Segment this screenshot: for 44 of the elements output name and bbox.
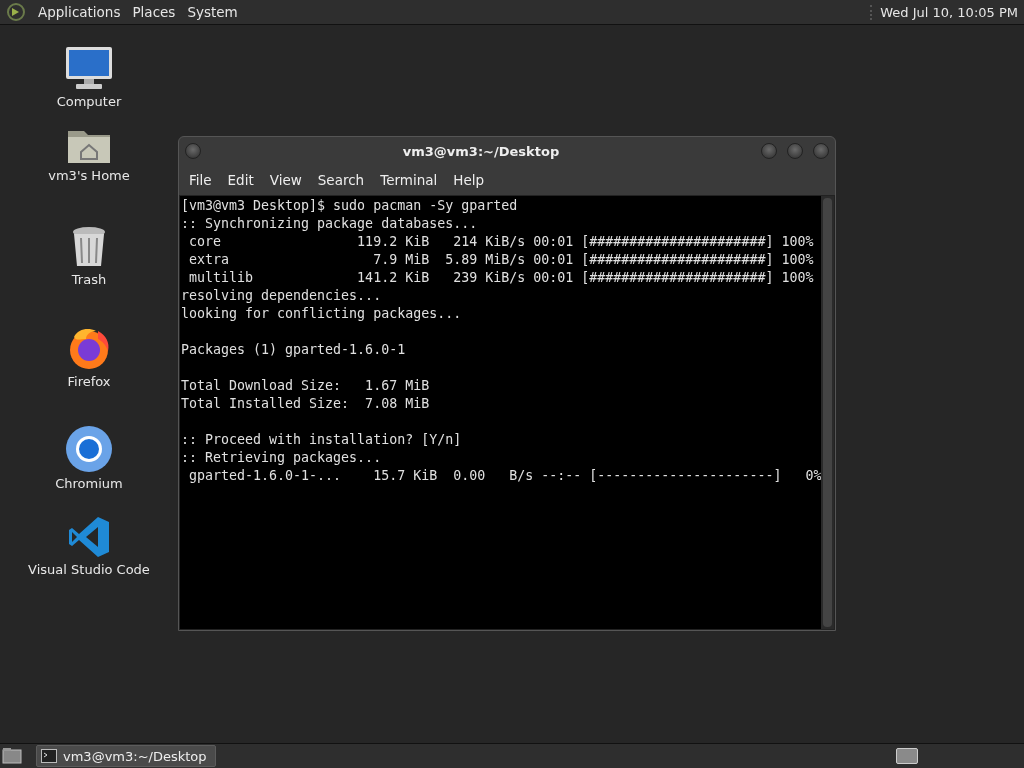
terminal-line: :: Retrieving packages... xyxy=(181,449,383,467)
monitor-icon xyxy=(64,45,114,91)
trash-icon xyxy=(70,225,108,269)
terminal-line: looking for conflicting packages... xyxy=(181,305,463,323)
desktop-icon-label[interactable]: Visual Studio Code xyxy=(28,562,150,577)
desktop-icon-label[interactable]: Firefox xyxy=(67,374,111,389)
terminal-line: core 119.2 KiB 214 KiB/s 00:01 [######################] 100% xyxy=(188,233,815,251)
minimize-button[interactable] xyxy=(761,143,777,159)
desktop-icon-label[interactable]: vm3's Home xyxy=(48,168,130,183)
terminal-line: :: Proceed with installation? [Y/n] xyxy=(181,431,463,449)
terminal-line: Total Download Size: 1.67 MiB xyxy=(181,377,431,395)
terminal-line: :: Synchronizing package databases... xyxy=(181,215,479,233)
panel-menu[interactable]: System xyxy=(187,4,238,20)
clock[interactable]: Wed Jul 10, 10:05 PM xyxy=(870,4,1018,20)
chromium-icon xyxy=(65,425,113,473)
taskbar-button[interactable]: vm3@vm3:~/Desktop xyxy=(36,745,216,767)
terminal-line: gparted-1.6.0-1-... 15.7 KiB 0.00 B/s --:-- [----------------------] 0% xyxy=(188,467,820,485)
terminal-line: extra 7.9 MiB 5.89 MiB/s 00:01 [######################] 100% xyxy=(188,251,815,269)
scrollbar[interactable] xyxy=(821,196,834,629)
distro-logo-icon[interactable] xyxy=(6,2,26,22)
panel-menu[interactable]: Places xyxy=(132,4,176,20)
desktop-icon-label[interactable]: Trash xyxy=(71,272,107,287)
menu-item[interactable]: Edit xyxy=(219,172,262,188)
menu-item[interactable]: Search xyxy=(309,172,373,188)
maximize-button[interactable] xyxy=(787,143,803,159)
close-button[interactable] xyxy=(813,143,829,159)
terminal-line: Total Installed Size: 7.08 MiB xyxy=(181,395,431,413)
code-editor-icon xyxy=(67,515,111,559)
window-menu-button[interactable] xyxy=(185,143,201,159)
terminal-icon xyxy=(41,749,57,763)
menu-item[interactable]: Terminal xyxy=(372,172,446,188)
desktop-icon-label[interactable]: Chromium xyxy=(55,476,123,491)
workspace-switcher[interactable] xyxy=(896,748,918,764)
terminal-line: multilib 141.2 KiB 239 KiB/s 00:01 [######################] 100% xyxy=(188,269,815,287)
terminal-line: Packages (1) gparted-1.6.0-1 xyxy=(181,341,407,359)
show-desktop-icon[interactable] xyxy=(2,747,22,765)
menu-item[interactable]: File xyxy=(181,172,220,188)
terminal-line: resolving dependencies... xyxy=(181,287,383,305)
desktop-icon-label[interactable]: Computer xyxy=(56,94,122,109)
panel-menu[interactable]: Applications xyxy=(38,4,121,20)
window-title: vm3@vm3:~/Desktop xyxy=(401,143,561,159)
menu-item[interactable]: View xyxy=(261,172,310,188)
terminal-line: [vm3@vm3 Desktop]$ sudo pacman -Sy gparted xyxy=(181,197,519,215)
menu-item[interactable]: Help xyxy=(445,172,493,188)
